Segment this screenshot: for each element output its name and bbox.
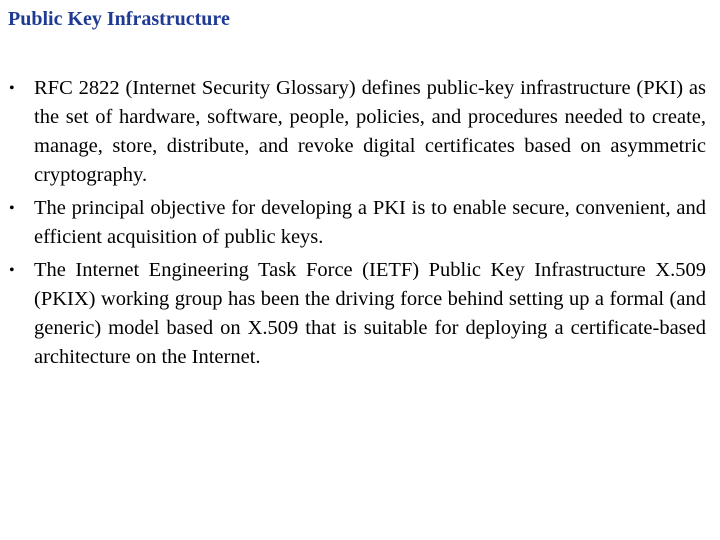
bullet-item: • RFC 2822 (Internet Security Glossary) … xyxy=(0,74,706,190)
bullet-icon: • xyxy=(9,200,15,217)
bullet-text: The Internet Engineering Task Force (IET… xyxy=(34,259,706,368)
bullet-item: • The principal objective for developing… xyxy=(0,194,706,252)
bullet-text: RFC 2822 (Internet Security Glossary) de… xyxy=(34,77,706,186)
bullet-icon: • xyxy=(9,80,15,97)
bullet-item: • The Internet Engineering Task Force (I… xyxy=(0,256,706,372)
bullet-icon: • xyxy=(9,262,15,279)
bullet-list: • RFC 2822 (Internet Security Glossary) … xyxy=(0,74,706,376)
slide-title: Public Key Infrastructure xyxy=(8,8,230,30)
bullet-text: The principal objective for developing a… xyxy=(34,197,706,248)
